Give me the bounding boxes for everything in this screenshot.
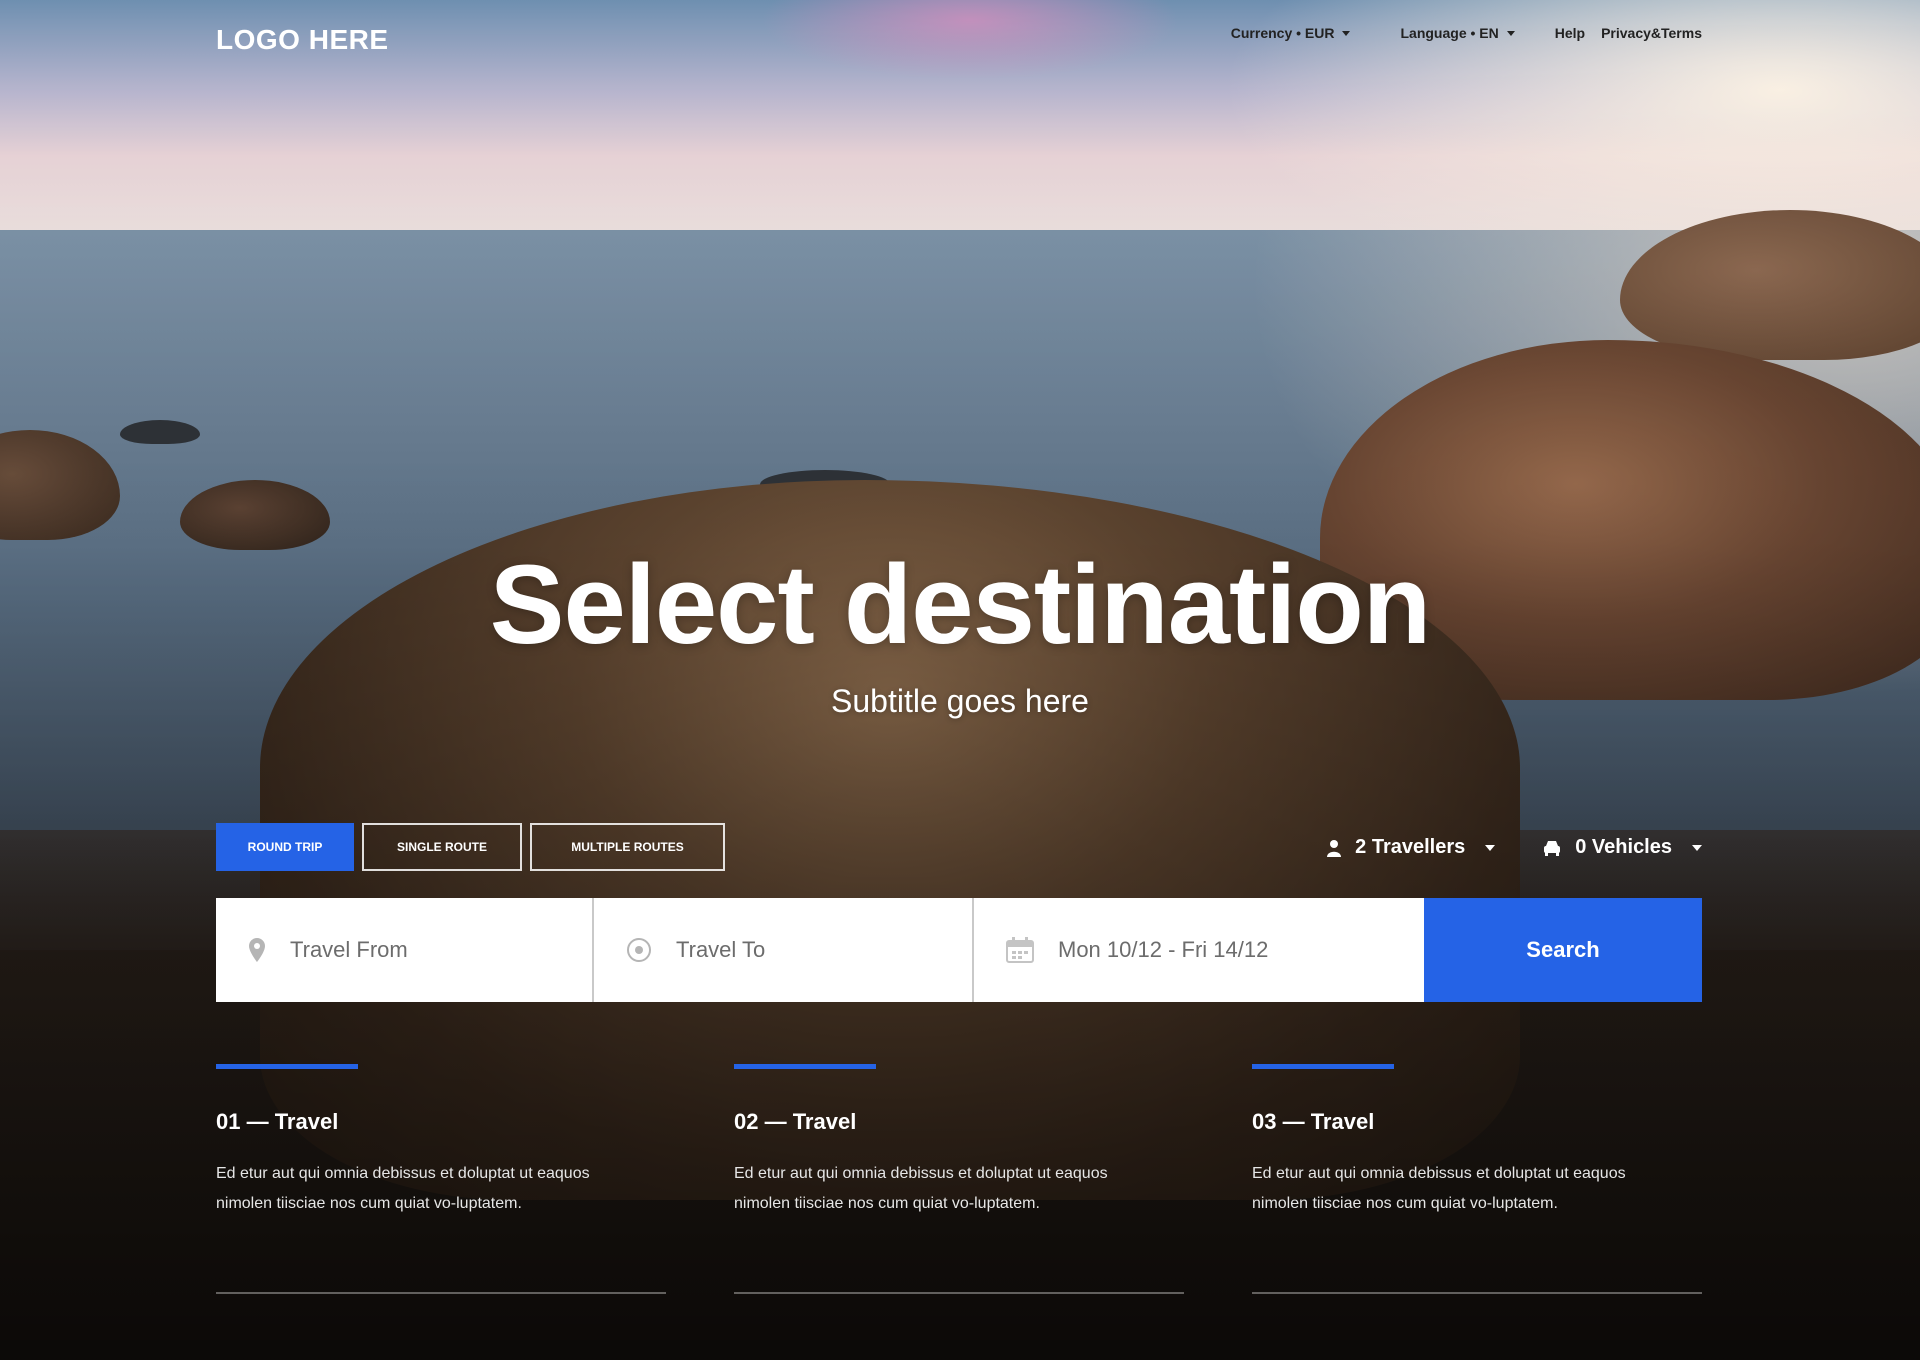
calendar-icon: [1006, 937, 1034, 963]
privacy-terms-link[interactable]: Privacy&Terms: [1601, 25, 1702, 41]
feature-item: 01 — Travel Ed etur aut qui omnia debiss…: [216, 1064, 666, 1294]
feature-title: 03 — Travel: [1252, 1109, 1375, 1134]
counters: 2 Travellers 0 Vehicles: [1327, 836, 1702, 859]
date-range-field[interactable]: Mon 10/12 - Fri 14/12: [974, 898, 1424, 1002]
target-icon: [627, 938, 651, 962]
feature-divider: [1252, 1292, 1702, 1294]
chevron-down-icon: [1342, 30, 1351, 36]
feature-title: 02 — Travel: [734, 1109, 857, 1134]
feature-text: Ed etur aut qui omnia debissus et dolupt…: [734, 1165, 1108, 1212]
language-label: Language • EN: [1400, 25, 1499, 41]
feature-divider: [216, 1292, 666, 1294]
tab-single-route[interactable]: SINGLE ROUTE: [362, 823, 522, 871]
feature-divider: [734, 1292, 1184, 1294]
feature-item: 03 — Travel Ed etur aut qui omnia debiss…: [1252, 1064, 1702, 1294]
page-title: Select destination: [489, 542, 1431, 667]
trip-type-tabs: ROUND TRIP SINGLE ROUTE MULTIPLE ROUTES: [216, 823, 725, 871]
search-bar: Travel From Travel To Mon 10/12 - Fri 14…: [216, 898, 1702, 1002]
tab-multiple-routes[interactable]: MULTIPLE ROUTES: [530, 823, 725, 871]
travel-from-placeholder: Travel From: [290, 937, 408, 962]
chevron-down-icon: [1506, 30, 1515, 36]
top-nav: Currency • EUR Language • EN Help Privac…: [1231, 25, 1702, 41]
travellers-dropdown[interactable]: 2 Travellers: [1327, 836, 1496, 859]
map-pin-icon: [249, 938, 265, 962]
tab-round-trip[interactable]: ROUND TRIP: [216, 823, 354, 871]
travel-to-field[interactable]: Travel To: [594, 898, 974, 1002]
features: 01 — Travel Ed etur aut qui omnia debiss…: [216, 1064, 1702, 1294]
page-subtitle: Subtitle goes here: [831, 683, 1089, 719]
language-dropdown[interactable]: Language • EN: [1400, 25, 1515, 41]
feature-title: 01 — Travel: [216, 1109, 339, 1134]
help-link[interactable]: Help: [1555, 25, 1585, 41]
currency-label: Currency • EUR: [1230, 25, 1335, 41]
car-icon: [1544, 840, 1561, 856]
feature-accent-bar: [216, 1064, 358, 1069]
currency-dropdown[interactable]: Currency • EUR: [1231, 25, 1351, 41]
travel-from-field[interactable]: Travel From: [216, 898, 594, 1002]
travel-to-placeholder: Travel To: [676, 937, 766, 962]
logo[interactable]: LOGO HERE: [216, 24, 389, 56]
vehicles-dropdown[interactable]: 0 Vehicles: [1543, 836, 1702, 859]
travellers-label: 2 Travellers: [1355, 836, 1466, 858]
chevron-down-icon: [1692, 844, 1702, 851]
date-range-value: Mon 10/12 - Fri 14/12: [1058, 937, 1269, 962]
feature-item: 02 — Travel Ed etur aut qui omnia debiss…: [734, 1064, 1184, 1294]
feature-text: Ed etur aut qui omnia debissus et dolupt…: [216, 1165, 590, 1212]
person-icon: [1327, 839, 1342, 857]
feature-text: Ed etur aut qui omnia debissus et dolupt…: [1252, 1165, 1626, 1212]
search-button[interactable]: Search: [1424, 898, 1702, 1002]
feature-accent-bar: [1252, 1064, 1394, 1069]
vehicles-label: 0 Vehicles: [1575, 836, 1672, 858]
chevron-down-icon: [1485, 844, 1496, 851]
feature-accent-bar: [734, 1064, 876, 1069]
